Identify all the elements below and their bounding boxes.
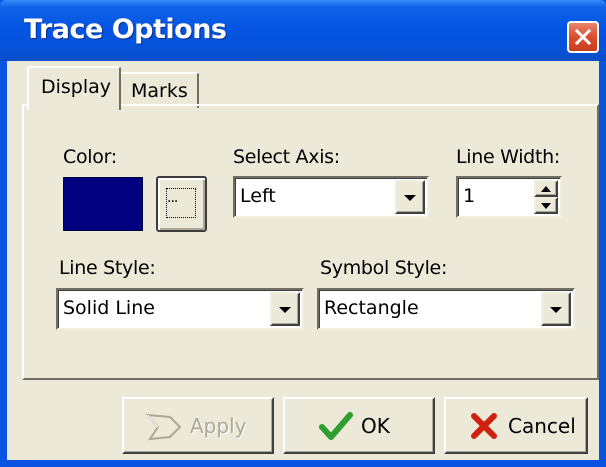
trace-options-dialog: Trace Options Display Marks Color: ... S… [0, 0, 606, 467]
dialog-title: Trace Options [24, 14, 227, 45]
checkmark-icon [319, 412, 353, 440]
tab-display-label: Display [41, 76, 112, 98]
cancel-button[interactable]: Cancel [444, 397, 588, 454]
apply-button[interactable]: Apply [122, 397, 274, 454]
titlebar[interactable]: Trace Options [0, 0, 606, 61]
close-icon [574, 28, 592, 46]
close-button[interactable] [567, 21, 599, 53]
apply-button-label: Apply [190, 414, 247, 438]
tab-marks-label: Marks [131, 80, 188, 102]
tab-marks[interactable]: Marks [121, 72, 199, 108]
ok-button-label: OK [361, 414, 390, 438]
cancel-button-label: Cancel [508, 414, 576, 438]
ok-button[interactable]: OK [283, 397, 435, 454]
tab-display[interactable]: Display [27, 66, 121, 110]
apply-pen-icon [146, 413, 182, 441]
x-icon [471, 413, 497, 439]
display-tab-panel [22, 104, 599, 380]
